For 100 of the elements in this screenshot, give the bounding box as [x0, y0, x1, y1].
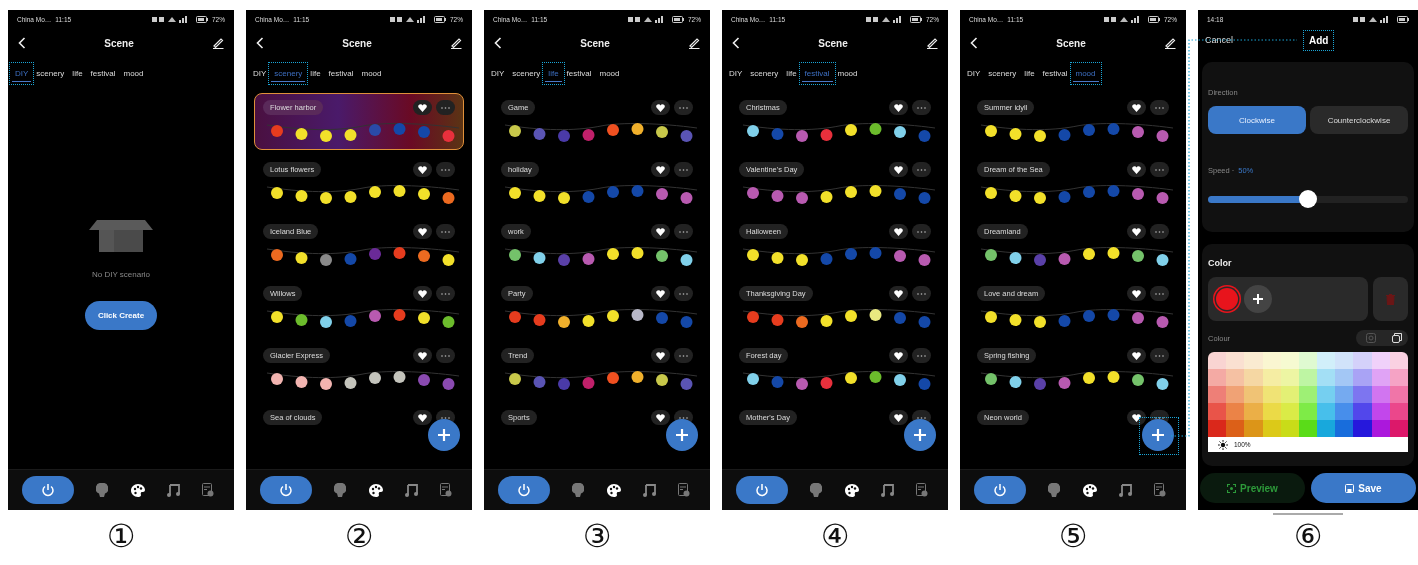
category-tab[interactable]: life	[783, 64, 800, 82]
color-swatch[interactable]	[1244, 403, 1263, 420]
favorite-button[interactable]	[413, 286, 432, 301]
more-button[interactable]	[912, 348, 931, 363]
back-icon[interactable]	[970, 37, 978, 49]
more-button[interactable]	[912, 286, 931, 301]
add-tab[interactable]: Add	[1306, 32, 1332, 48]
bulb-icon[interactable]	[572, 483, 585, 497]
palette-icon[interactable]	[130, 483, 145, 497]
favorite-button[interactable]	[413, 100, 432, 115]
favorite-button[interactable]	[413, 162, 432, 177]
more-button[interactable]	[912, 224, 931, 239]
category-tab[interactable]: festival	[563, 64, 595, 82]
back-icon[interactable]	[18, 37, 26, 49]
music-icon[interactable]	[642, 483, 656, 497]
more-button[interactable]	[674, 286, 693, 301]
category-tab[interactable]: mood	[358, 64, 385, 82]
power-button[interactable]	[498, 476, 550, 504]
favorite-button[interactable]	[1127, 162, 1146, 177]
add-button[interactable]	[428, 419, 460, 451]
more-button[interactable]	[1150, 224, 1169, 239]
category-tab[interactable]: life	[307, 64, 324, 82]
bulb-icon[interactable]	[810, 483, 823, 497]
music-icon[interactable]	[1118, 483, 1132, 497]
power-button[interactable]	[260, 476, 312, 504]
add-button[interactable]	[666, 419, 698, 451]
bulb-icon[interactable]	[96, 483, 109, 497]
favorite-button[interactable]	[413, 348, 432, 363]
color-swatch[interactable]	[1317, 403, 1336, 420]
category-tab[interactable]: mood	[1072, 64, 1099, 82]
color-swatch[interactable]	[1244, 386, 1263, 403]
more-button[interactable]	[912, 100, 931, 115]
color-swatch[interactable]	[1244, 369, 1263, 386]
color-swatch[interactable]	[1226, 420, 1245, 437]
category-tab[interactable]: scenery	[985, 64, 1020, 82]
more-button[interactable]	[674, 348, 693, 363]
color-swatch[interactable]	[1317, 369, 1336, 386]
color-swatch[interactable]	[1335, 403, 1354, 420]
category-tab[interactable]: scenery	[33, 64, 68, 82]
more-button[interactable]	[912, 162, 931, 177]
color-swatch[interactable]	[1244, 420, 1263, 437]
favorite-button[interactable]	[889, 410, 908, 425]
category-tab[interactable]: life	[69, 64, 86, 82]
color-swatch[interactable]	[1335, 352, 1354, 369]
music-icon[interactable]	[166, 483, 180, 497]
favorite-button[interactable]	[413, 410, 432, 425]
favorite-button[interactable]	[889, 286, 908, 301]
color-swatch[interactable]	[1353, 420, 1372, 437]
favorite-button[interactable]	[651, 224, 670, 239]
category-tab[interactable]: life	[1021, 64, 1038, 82]
color-swatch[interactable]	[1226, 369, 1245, 386]
favorite-button[interactable]	[1127, 224, 1146, 239]
edit-icon[interactable]	[688, 37, 700, 49]
schedule-icon[interactable]	[202, 483, 214, 497]
category-tab[interactable]: DIY	[488, 64, 508, 82]
power-button[interactable]	[736, 476, 788, 504]
favorite-button[interactable]	[1127, 410, 1146, 425]
more-button[interactable]	[1150, 100, 1169, 115]
back-icon[interactable]	[494, 37, 502, 49]
category-tab[interactable]: festival	[87, 64, 119, 82]
color-swatch[interactable]	[1208, 369, 1227, 386]
color-swatch[interactable]	[1353, 352, 1372, 369]
edit-icon[interactable]	[450, 37, 462, 49]
palette-icon[interactable]	[844, 483, 859, 497]
color-swatch[interactable]	[1353, 386, 1372, 403]
category-tab[interactable]: DIY	[12, 64, 32, 82]
color-swatch[interactable]	[1353, 369, 1372, 386]
save-button[interactable]: Save	[1311, 473, 1416, 503]
more-button[interactable]	[436, 286, 455, 301]
category-tab[interactable]: scenery	[509, 64, 544, 82]
bulb-icon[interactable]	[334, 483, 347, 497]
color-swatch[interactable]	[1208, 420, 1227, 437]
category-tab[interactable]: mood	[120, 64, 147, 82]
music-icon[interactable]	[880, 483, 894, 497]
color-swatch[interactable]	[1353, 403, 1372, 420]
color-swatch[interactable]	[1335, 369, 1354, 386]
favorite-button[interactable]	[413, 224, 432, 239]
slider-thumb[interactable]	[1299, 190, 1317, 208]
more-button[interactable]	[1150, 162, 1169, 177]
category-tab[interactable]: DIY	[964, 64, 984, 82]
more-button[interactable]	[674, 162, 693, 177]
favorite-button[interactable]	[889, 224, 908, 239]
color-chip[interactable]	[1216, 288, 1238, 310]
edit-icon[interactable]	[1164, 37, 1176, 49]
power-button[interactable]	[22, 476, 74, 504]
add-color-button[interactable]	[1244, 285, 1272, 313]
category-tab[interactable]: DIY	[250, 64, 270, 82]
category-tab[interactable]: life	[545, 64, 562, 82]
color-swatch[interactable]	[1208, 352, 1227, 369]
color-swatch[interactable]	[1317, 420, 1336, 437]
copy-icon[interactable]	[1392, 333, 1402, 343]
category-tab[interactable]: scenery	[271, 64, 306, 82]
category-tab[interactable]: festival	[801, 64, 833, 82]
palette-icon[interactable]	[368, 483, 383, 497]
color-swatch[interactable]	[1226, 352, 1245, 369]
image-icon[interactable]	[1366, 333, 1376, 343]
color-swatch[interactable]	[1244, 352, 1263, 369]
schedule-icon[interactable]	[916, 483, 928, 497]
back-icon[interactable]	[732, 37, 740, 49]
direction-option[interactable]: Clockwise	[1208, 106, 1306, 134]
